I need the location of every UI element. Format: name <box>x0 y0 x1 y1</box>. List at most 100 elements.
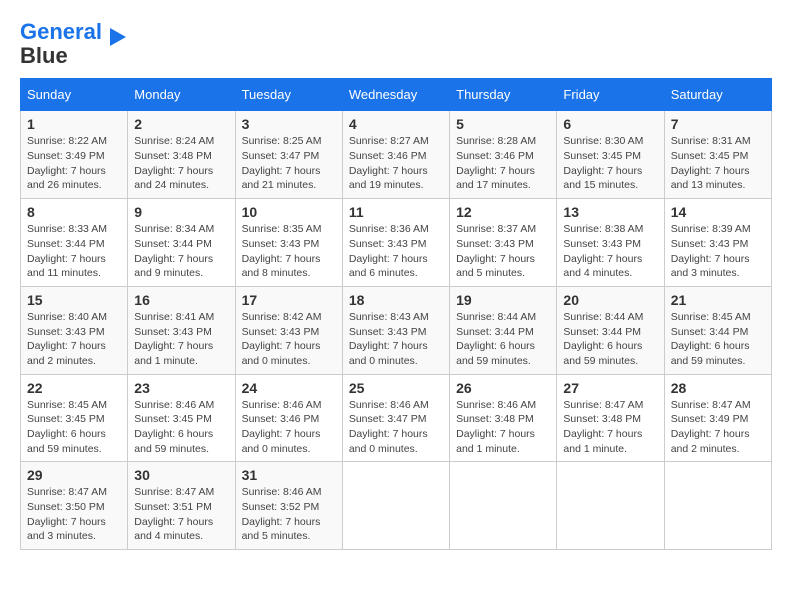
day-number: 22 <box>27 380 121 396</box>
day-number: 3 <box>242 116 336 132</box>
weekday-header-row: SundayMondayTuesdayWednesdayThursdayFrid… <box>21 79 772 111</box>
day-info: Sunrise: 8:31 AM Sunset: 3:45 PM Dayligh… <box>671 134 765 193</box>
day-number: 4 <box>349 116 443 132</box>
calendar-day-cell: 20 Sunrise: 8:44 AM Sunset: 3:44 PM Dayl… <box>557 286 664 374</box>
calendar-day-cell: 30 Sunrise: 8:47 AM Sunset: 3:51 PM Dayl… <box>128 462 235 550</box>
day-number: 7 <box>671 116 765 132</box>
day-info: Sunrise: 8:47 AM Sunset: 3:51 PM Dayligh… <box>134 485 228 544</box>
day-number: 14 <box>671 204 765 220</box>
day-number: 9 <box>134 204 228 220</box>
calendar-day-cell: 6 Sunrise: 8:30 AM Sunset: 3:45 PM Dayli… <box>557 111 664 199</box>
day-info: Sunrise: 8:42 AM Sunset: 3:43 PM Dayligh… <box>242 310 336 369</box>
day-info: Sunrise: 8:39 AM Sunset: 3:43 PM Dayligh… <box>671 222 765 281</box>
weekday-header-cell: Thursday <box>450 79 557 111</box>
calendar-day-cell: 9 Sunrise: 8:34 AM Sunset: 3:44 PM Dayli… <box>128 199 235 287</box>
day-info: Sunrise: 8:40 AM Sunset: 3:43 PM Dayligh… <box>27 310 121 369</box>
day-info: Sunrise: 8:28 AM Sunset: 3:46 PM Dayligh… <box>456 134 550 193</box>
weekday-header-cell: Tuesday <box>235 79 342 111</box>
day-number: 24 <box>242 380 336 396</box>
day-number: 17 <box>242 292 336 308</box>
calendar-day-cell <box>664 462 771 550</box>
calendar-day-cell: 17 Sunrise: 8:42 AM Sunset: 3:43 PM Dayl… <box>235 286 342 374</box>
calendar-week-row: 1 Sunrise: 8:22 AM Sunset: 3:49 PM Dayli… <box>21 111 772 199</box>
day-info: Sunrise: 8:38 AM Sunset: 3:43 PM Dayligh… <box>563 222 657 281</box>
day-info: Sunrise: 8:35 AM Sunset: 3:43 PM Dayligh… <box>242 222 336 281</box>
calendar-day-cell: 19 Sunrise: 8:44 AM Sunset: 3:44 PM Dayl… <box>450 286 557 374</box>
day-info: Sunrise: 8:46 AM Sunset: 3:45 PM Dayligh… <box>134 398 228 457</box>
weekday-header-cell: Wednesday <box>342 79 449 111</box>
calendar-day-cell: 15 Sunrise: 8:40 AM Sunset: 3:43 PM Dayl… <box>21 286 128 374</box>
day-number: 16 <box>134 292 228 308</box>
calendar-day-cell: 11 Sunrise: 8:36 AM Sunset: 3:43 PM Dayl… <box>342 199 449 287</box>
calendar-day-cell: 24 Sunrise: 8:46 AM Sunset: 3:46 PM Dayl… <box>235 374 342 462</box>
day-info: Sunrise: 8:33 AM Sunset: 3:44 PM Dayligh… <box>27 222 121 281</box>
day-number: 1 <box>27 116 121 132</box>
calendar-day-cell <box>557 462 664 550</box>
day-info: Sunrise: 8:47 AM Sunset: 3:48 PM Dayligh… <box>563 398 657 457</box>
day-info: Sunrise: 8:25 AM Sunset: 3:47 PM Dayligh… <box>242 134 336 193</box>
calendar-day-cell: 22 Sunrise: 8:45 AM Sunset: 3:45 PM Dayl… <box>21 374 128 462</box>
day-info: Sunrise: 8:46 AM Sunset: 3:46 PM Dayligh… <box>242 398 336 457</box>
calendar-day-cell: 25 Sunrise: 8:46 AM Sunset: 3:47 PM Dayl… <box>342 374 449 462</box>
weekday-header-cell: Friday <box>557 79 664 111</box>
day-number: 21 <box>671 292 765 308</box>
day-number: 28 <box>671 380 765 396</box>
calendar-day-cell: 4 Sunrise: 8:27 AM Sunset: 3:46 PM Dayli… <box>342 111 449 199</box>
day-number: 12 <box>456 204 550 220</box>
calendar-day-cell <box>450 462 557 550</box>
day-number: 5 <box>456 116 550 132</box>
calendar-day-cell: 16 Sunrise: 8:41 AM Sunset: 3:43 PM Dayl… <box>128 286 235 374</box>
calendar-day-cell: 21 Sunrise: 8:45 AM Sunset: 3:44 PM Dayl… <box>664 286 771 374</box>
calendar-day-cell: 14 Sunrise: 8:39 AM Sunset: 3:43 PM Dayl… <box>664 199 771 287</box>
day-number: 13 <box>563 204 657 220</box>
calendar-day-cell: 2 Sunrise: 8:24 AM Sunset: 3:48 PM Dayli… <box>128 111 235 199</box>
day-number: 11 <box>349 204 443 220</box>
day-info: Sunrise: 8:46 AM Sunset: 3:52 PM Dayligh… <box>242 485 336 544</box>
calendar-day-cell: 31 Sunrise: 8:46 AM Sunset: 3:52 PM Dayl… <box>235 462 342 550</box>
day-number: 29 <box>27 467 121 483</box>
calendar-day-cell: 7 Sunrise: 8:31 AM Sunset: 3:45 PM Dayli… <box>664 111 771 199</box>
weekday-header-cell: Monday <box>128 79 235 111</box>
logo-text: GeneralBlue <box>20 20 102 68</box>
day-number: 20 <box>563 292 657 308</box>
calendar-body: 1 Sunrise: 8:22 AM Sunset: 3:49 PM Dayli… <box>21 111 772 550</box>
day-info: Sunrise: 8:46 AM Sunset: 3:47 PM Dayligh… <box>349 398 443 457</box>
day-info: Sunrise: 8:22 AM Sunset: 3:49 PM Dayligh… <box>27 134 121 193</box>
calendar-day-cell: 28 Sunrise: 8:47 AM Sunset: 3:49 PM Dayl… <box>664 374 771 462</box>
calendar-week-row: 22 Sunrise: 8:45 AM Sunset: 3:45 PM Dayl… <box>21 374 772 462</box>
calendar-day-cell: 3 Sunrise: 8:25 AM Sunset: 3:47 PM Dayli… <box>235 111 342 199</box>
calendar-table: SundayMondayTuesdayWednesdayThursdayFrid… <box>20 78 772 550</box>
day-number: 23 <box>134 380 228 396</box>
weekday-header-cell: Sunday <box>21 79 128 111</box>
calendar-day-cell: 23 Sunrise: 8:46 AM Sunset: 3:45 PM Dayl… <box>128 374 235 462</box>
day-number: 8 <box>27 204 121 220</box>
page-header: GeneralBlue <box>20 20 772 68</box>
calendar-day-cell: 26 Sunrise: 8:46 AM Sunset: 3:48 PM Dayl… <box>450 374 557 462</box>
calendar-week-row: 8 Sunrise: 8:33 AM Sunset: 3:44 PM Dayli… <box>21 199 772 287</box>
logo: GeneralBlue <box>20 20 128 68</box>
day-number: 30 <box>134 467 228 483</box>
calendar-day-cell: 18 Sunrise: 8:43 AM Sunset: 3:43 PM Dayl… <box>342 286 449 374</box>
calendar-day-cell: 1 Sunrise: 8:22 AM Sunset: 3:49 PM Dayli… <box>21 111 128 199</box>
day-info: Sunrise: 8:30 AM Sunset: 3:45 PM Dayligh… <box>563 134 657 193</box>
day-info: Sunrise: 8:36 AM Sunset: 3:43 PM Dayligh… <box>349 222 443 281</box>
calendar-day-cell: 29 Sunrise: 8:47 AM Sunset: 3:50 PM Dayl… <box>21 462 128 550</box>
day-number: 18 <box>349 292 443 308</box>
day-number: 15 <box>27 292 121 308</box>
calendar-week-row: 29 Sunrise: 8:47 AM Sunset: 3:50 PM Dayl… <box>21 462 772 550</box>
calendar-week-row: 15 Sunrise: 8:40 AM Sunset: 3:43 PM Dayl… <box>21 286 772 374</box>
calendar-day-cell: 10 Sunrise: 8:35 AM Sunset: 3:43 PM Dayl… <box>235 199 342 287</box>
day-number: 25 <box>349 380 443 396</box>
day-number: 26 <box>456 380 550 396</box>
day-info: Sunrise: 8:34 AM Sunset: 3:44 PM Dayligh… <box>134 222 228 281</box>
day-info: Sunrise: 8:44 AM Sunset: 3:44 PM Dayligh… <box>456 310 550 369</box>
day-number: 6 <box>563 116 657 132</box>
logo-arrow-icon <box>106 26 128 48</box>
weekday-header-cell: Saturday <box>664 79 771 111</box>
day-info: Sunrise: 8:47 AM Sunset: 3:50 PM Dayligh… <box>27 485 121 544</box>
day-number: 31 <box>242 467 336 483</box>
day-info: Sunrise: 8:43 AM Sunset: 3:43 PM Dayligh… <box>349 310 443 369</box>
day-number: 10 <box>242 204 336 220</box>
day-info: Sunrise: 8:37 AM Sunset: 3:43 PM Dayligh… <box>456 222 550 281</box>
day-number: 2 <box>134 116 228 132</box>
